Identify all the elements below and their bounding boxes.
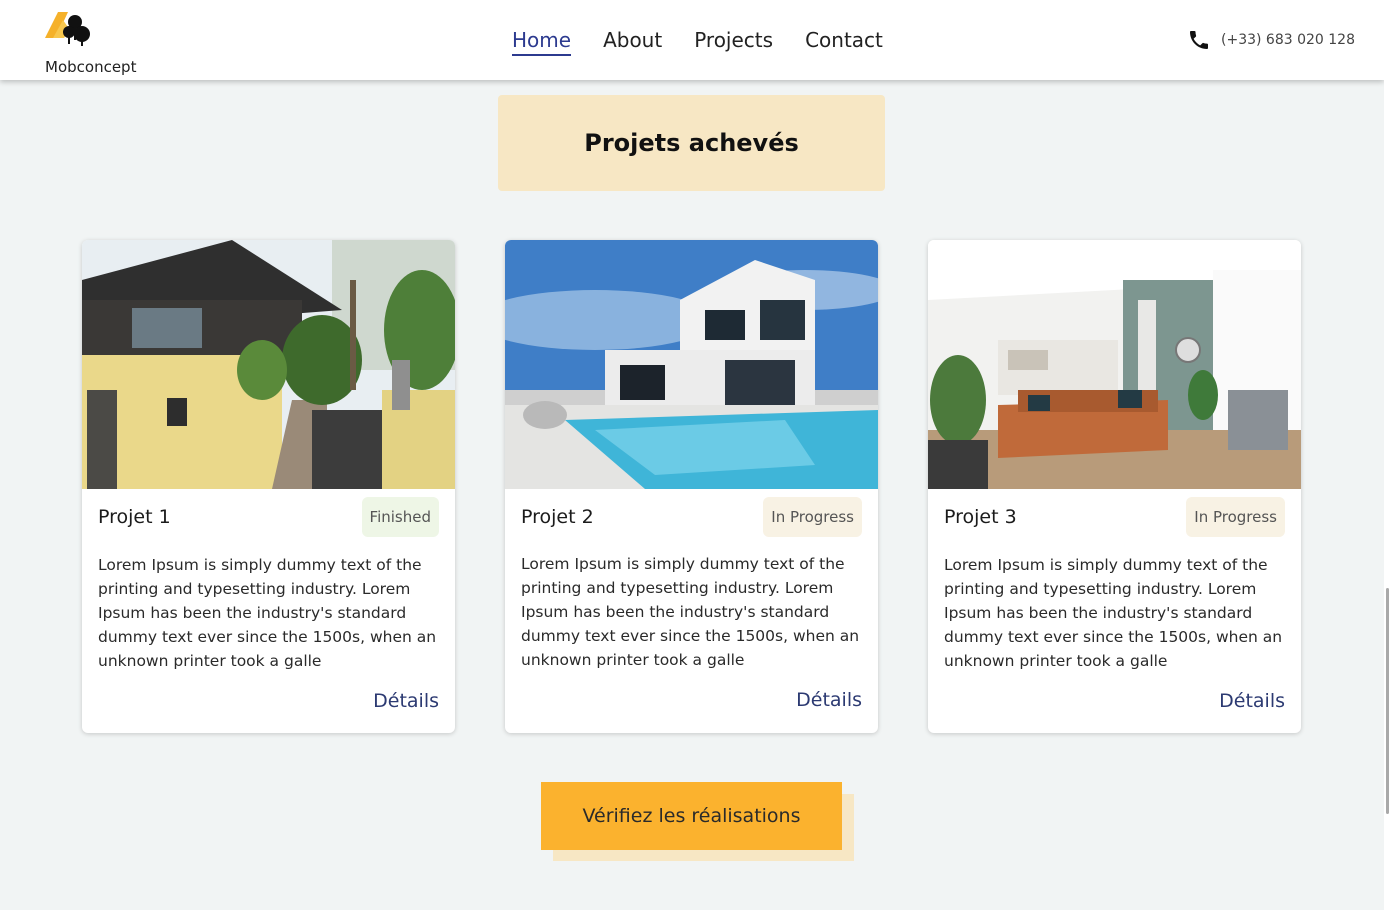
status-badge: In Progress xyxy=(763,497,862,537)
logo-icon xyxy=(45,12,90,46)
project-description: Lorem Ipsum is simply dummy text of the … xyxy=(98,556,437,670)
brand-name: Mobconcept xyxy=(45,58,137,76)
scrollbar-thumb[interactable] xyxy=(1386,588,1389,814)
page-scrollbar[interactable] xyxy=(1384,0,1390,910)
project-image-villa-pool xyxy=(505,240,878,489)
project-image-house xyxy=(82,240,455,489)
nav-projects[interactable]: Projects xyxy=(694,28,773,56)
site-header: Mobconcept Home About Projects Contact (… xyxy=(0,0,1384,80)
phone-contact[interactable]: (+33) 683 020 128 xyxy=(1187,28,1355,52)
project-title: Projet 1 xyxy=(98,506,171,528)
main-nav: Home About Projects Contact xyxy=(512,28,883,58)
project-title: Projet 2 xyxy=(521,506,594,528)
status-badge: Finished xyxy=(361,497,439,537)
section-title-box: Projets achevés xyxy=(498,95,885,191)
project-title: Projet 3 xyxy=(944,506,1017,528)
nav-home[interactable]: Home xyxy=(512,28,572,56)
phone-number: (+33) 683 020 128 xyxy=(1221,32,1355,48)
project-card-1: Projet 1 Finished Lorem Ipsum is simply … xyxy=(82,240,455,733)
project-card-3: Projet 3 In Progress Lorem Ipsum is simp… xyxy=(928,240,1301,733)
details-link[interactable]: Détails xyxy=(1219,690,1285,712)
status-badge: In Progress xyxy=(1186,497,1285,537)
view-realisations-button[interactable]: Vérifiez les réalisations xyxy=(541,782,842,850)
project-description: Lorem Ipsum is simply dummy text of the … xyxy=(521,555,860,669)
phone-icon xyxy=(1190,31,1209,49)
nav-about[interactable]: About xyxy=(603,28,662,56)
project-description: Lorem Ipsum is simply dummy text of the … xyxy=(944,556,1283,670)
nav-contact[interactable]: Contact xyxy=(805,28,883,56)
details-link[interactable]: Détails xyxy=(796,689,862,711)
brand-logo[interactable]: Mobconcept xyxy=(44,8,154,76)
project-image-living-room xyxy=(928,240,1301,489)
project-card-2: Projet 2 In Progress Lorem Ipsum is simp… xyxy=(505,240,878,733)
details-link[interactable]: Détails xyxy=(373,690,439,712)
section-title: Projets achevés xyxy=(584,129,799,157)
